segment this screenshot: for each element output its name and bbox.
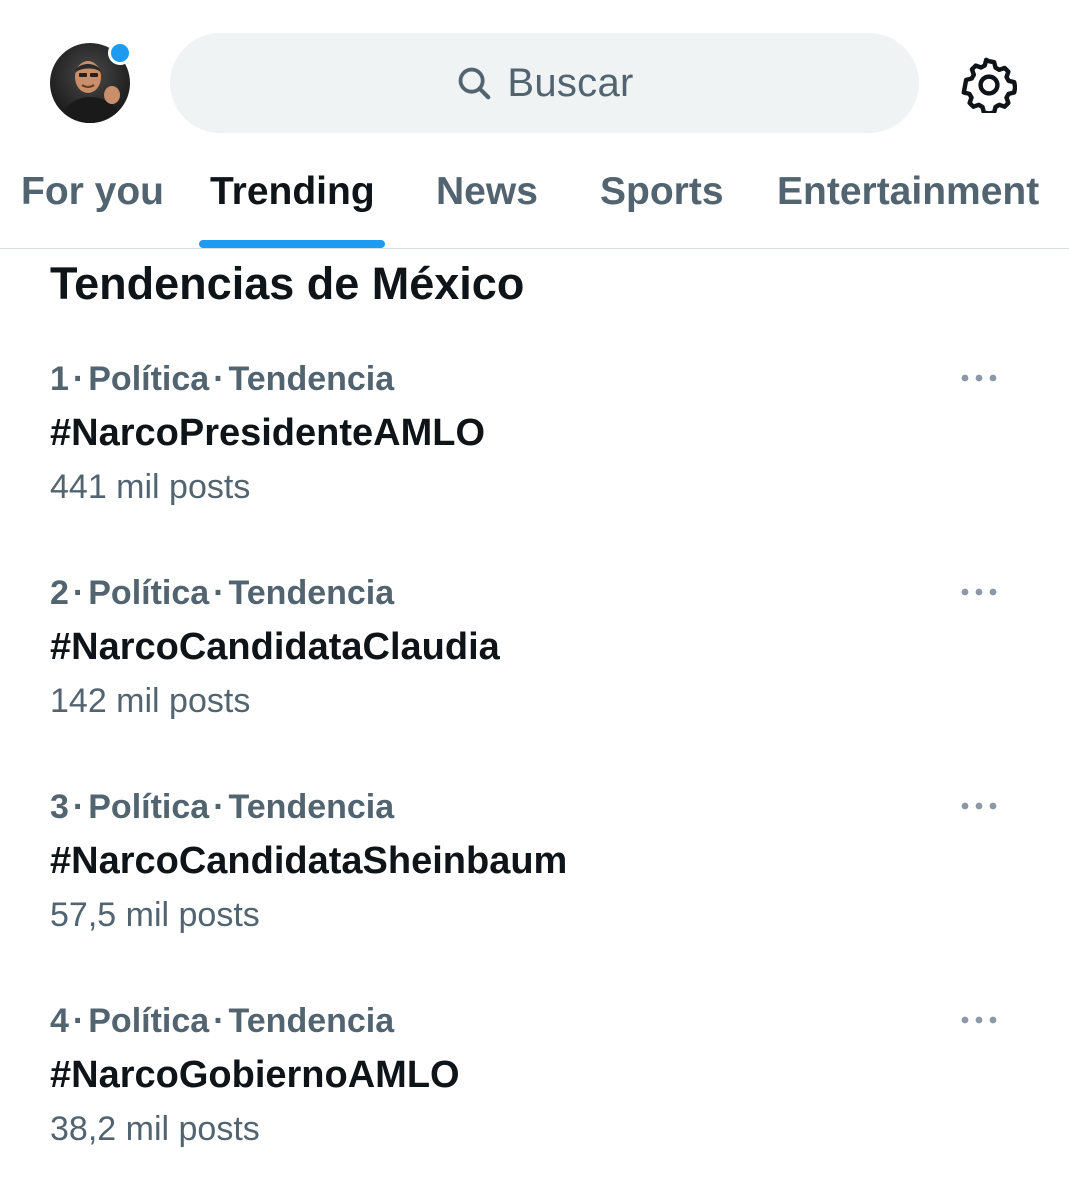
trend-category: Política: [88, 1002, 210, 1040]
trend-meta: 3 · Política · Tendencia: [50, 788, 394, 827]
trend-kind: Tendencia: [228, 360, 395, 398]
trend-rank: 3: [50, 788, 69, 826]
avatar[interactable]: [50, 41, 132, 123]
separator: ·: [72, 574, 85, 612]
more-icon[interactable]: [956, 580, 1002, 604]
trend-item[interactable]: 2 · Política · Tendencia #NarcoCandidataClau…: [0, 574, 1069, 764]
separator: ·: [213, 1002, 225, 1040]
trend-item[interactable]: 4 · Política · Tendencia #NarcoGobiernoAMLO …: [0, 1002, 1069, 1192]
trend-item[interactable]: 3 · Política · Tendencia #NarcoCandidataShei…: [0, 788, 1069, 978]
tab-sports[interactable]: Sports: [600, 170, 724, 214]
gear-icon[interactable]: [961, 57, 1017, 113]
separator: ·: [72, 360, 85, 398]
section-title: Tendencias de México: [50, 258, 525, 309]
more-icon[interactable]: [956, 1008, 1002, 1032]
trend-rank: 2: [50, 574, 69, 612]
separator: ·: [72, 788, 85, 826]
tab-entertainment[interactable]: Entertainment: [777, 170, 1039, 214]
search-placeholder: Buscar: [507, 60, 634, 105]
trend-name: #NarcoCandidataSheinbaum: [50, 840, 568, 882]
separator: ·: [213, 788, 225, 826]
trend-category: Política: [88, 360, 210, 398]
trend-rank: 4: [50, 1002, 69, 1040]
trend-name: #NarcoPresidenteAMLO: [50, 412, 486, 454]
trend-meta: 4 · Política · Tendencia: [50, 1002, 394, 1041]
trend-post-count: 142 mil posts: [50, 682, 251, 720]
trend-meta: 2 · Política · Tendencia: [50, 574, 394, 613]
trend-item[interactable]: 1 · Política · Tendencia #NarcoPresidenteAML…: [0, 360, 1069, 550]
notification-dot: [108, 41, 132, 65]
trend-post-count: 441 mil posts: [50, 468, 251, 506]
trend-name: #NarcoCandidataClaudia: [50, 626, 500, 668]
trend-meta: 1 · Política · Tendencia: [50, 360, 394, 399]
search-icon: [458, 67, 491, 100]
top-bar: Buscar: [0, 0, 1069, 160]
trend-category: Política: [88, 574, 210, 612]
trend-name: #NarcoGobiernoAMLO: [50, 1054, 460, 1096]
trend-post-count: 38,2 mil posts: [50, 1110, 260, 1148]
separator: ·: [213, 574, 225, 612]
trend-kind: Tendencia: [228, 1002, 395, 1040]
trend-category: Política: [88, 788, 210, 826]
trend-post-count: 57,5 mil posts: [50, 896, 260, 934]
tab-bar: For you Trending News Sports Entertainme…: [0, 160, 1069, 249]
trend-kind: Tendencia: [228, 574, 395, 612]
trend-rank: 1: [50, 360, 69, 398]
tab-for-you[interactable]: For you: [21, 170, 164, 214]
separator: ·: [72, 1002, 85, 1040]
more-icon[interactable]: [956, 366, 1002, 390]
more-icon[interactable]: [956, 794, 1002, 818]
separator: ·: [213, 360, 225, 398]
active-tab-indicator: [199, 240, 385, 248]
search-input[interactable]: Buscar: [170, 33, 919, 133]
trend-kind: Tendencia: [228, 788, 395, 826]
tab-news[interactable]: News: [436, 170, 538, 214]
tab-trending[interactable]: Trending: [210, 170, 375, 214]
